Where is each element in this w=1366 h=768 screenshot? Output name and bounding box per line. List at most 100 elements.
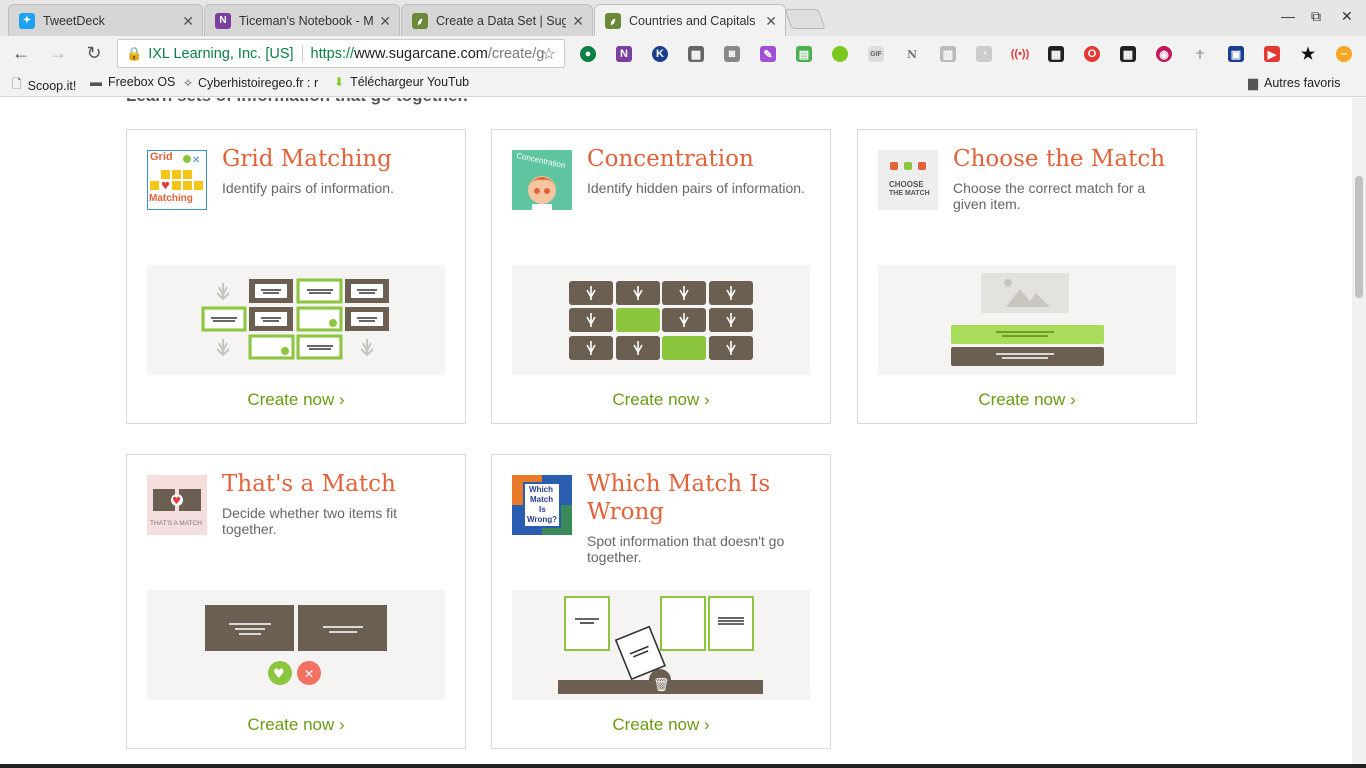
star-extension-icon[interactable]: ★ xyxy=(1300,46,1316,63)
new-tab-button[interactable] xyxy=(784,9,826,29)
thumb-word: Which xyxy=(529,485,553,494)
folder-icon: ▆ xyxy=(1248,75,1258,90)
thumb-word: Matching xyxy=(149,193,193,204)
thats-a-match-illustration: ♥ ✕ xyxy=(147,590,445,700)
tweetdeck-icon: ✦ xyxy=(19,12,35,29)
lock-icon: 🔒 xyxy=(126,45,143,61)
card-title: Which Match Is Wrong xyxy=(587,471,771,525)
qr-code-icon-2[interactable]: ▦ xyxy=(1120,46,1136,62)
thumb-word: Match xyxy=(530,495,554,504)
bookmarks-bar: 🗋 Scoop.it! ▬ Freebox OS ⟡ Cyberhistoire… xyxy=(0,70,1366,97)
restore-icon[interactable]: ⧉ xyxy=(1311,8,1321,25)
page-icon: 🗋 xyxy=(12,77,22,91)
card-concentration[interactable]: Concentration Concentration Identify hid… xyxy=(491,129,831,424)
card-which-match-is-wrong[interactable]: Which Match Is Wrong? Which Match Is Wro… xyxy=(491,454,831,749)
site-identity[interactable]: IXL Learning, Inc. [US] xyxy=(148,46,293,62)
stamp-icon[interactable]: ▦ xyxy=(688,46,704,62)
thumb-word: CHOOSE xyxy=(889,180,924,189)
broadcast-icon[interactable]: ((•)) xyxy=(1011,46,1030,62)
page-viewport: Learn sets of information that go togeth… xyxy=(0,98,1352,768)
tab-title: Countries and Capitals xyxy=(629,13,756,28)
close-tab-icon[interactable]: ✕ xyxy=(572,13,584,30)
freebox-icon: ▬ xyxy=(90,75,102,89)
tab-title: TweetDeck xyxy=(43,13,105,28)
bookmark-label: Téléchargeur YouTub xyxy=(350,75,470,89)
fox-icon: ⟡ xyxy=(184,75,192,89)
create-now-link[interactable]: Create now › xyxy=(127,390,465,410)
create-now-link[interactable]: Create now › xyxy=(492,715,830,735)
create-now-link[interactable]: Create now › xyxy=(492,390,830,410)
onenote-clipper-icon[interactable]: N xyxy=(616,46,632,62)
close-tab-icon[interactable]: ✕ xyxy=(765,13,777,30)
divider xyxy=(301,44,303,63)
donut-icon[interactable]: ◉ xyxy=(1156,46,1172,62)
notion-icon[interactable]: N xyxy=(904,46,920,62)
card-grid-matching[interactable]: ✕ ♥ Grid Matching Grid Matching Identify… xyxy=(126,129,466,424)
extension-green-icon[interactable]: ● xyxy=(580,46,596,62)
youtube-icon[interactable]: ▶ xyxy=(1264,46,1280,62)
svg-text:♥: ♥ xyxy=(172,496,181,507)
tab-title: Ticeman's Notebook - M xyxy=(239,13,373,28)
reader-icon[interactable]: ▣ xyxy=(1228,46,1244,62)
close-window-icon[interactable]: ✕ xyxy=(1341,8,1353,25)
browser-toolbar: ← → ↻ 🔒 IXL Learning, Inc. [US] https://… xyxy=(0,36,1366,70)
choose-the-match-illustration xyxy=(878,265,1176,375)
thumb-word: Grid xyxy=(150,151,173,163)
tab-onenote[interactable]: N Ticeman's Notebook - M ✕ xyxy=(204,4,400,36)
tab-tweetdeck[interactable]: ✦ TweetDeck ✕ xyxy=(8,4,203,36)
ankh-icon[interactable]: ☥ xyxy=(1192,46,1208,62)
rss-icon[interactable]: ◔ xyxy=(976,46,992,62)
book-icon[interactable]: ▥ xyxy=(940,46,956,62)
bookmark-freebox[interactable]: ▬ Freebox OS xyxy=(90,75,175,89)
tab-create-data-set[interactable]: ⸙ Create a Data Set | Sug ✕ xyxy=(401,4,593,36)
sugarcane-icon: ⸙ xyxy=(605,12,621,29)
opera-icon[interactable]: O xyxy=(1084,46,1100,62)
bookmark-label: Freebox OS xyxy=(108,75,175,89)
section-heading: Learn sets of information that go togeth… xyxy=(126,98,468,106)
minimize-icon[interactable]: — xyxy=(1281,8,1295,24)
concentration-illustration xyxy=(512,265,810,375)
camera-icon[interactable]: ◙ xyxy=(724,46,740,62)
url-host: www.sugarcane.com xyxy=(354,45,488,62)
back-icon[interactable]: ← xyxy=(10,42,32,64)
forward-icon[interactable]: → xyxy=(47,42,69,64)
concentration-thumbnail: Concentration xyxy=(512,150,572,210)
tab-countries-capitals[interactable]: ⸙ Countries and Capitals ✕ xyxy=(594,4,786,36)
thumb-word: Is xyxy=(539,505,546,514)
bookmark-youtube-downloader[interactable]: ⬇ Téléchargeur YouTub xyxy=(334,75,470,89)
page-scrollbar[interactable] xyxy=(1352,98,1366,768)
green-dot-icon[interactable] xyxy=(832,46,848,62)
print-icon[interactable]: ▤ xyxy=(796,46,812,62)
qr-code-icon[interactable]: ▦ xyxy=(1048,46,1064,62)
card-description: Identify pairs of information. xyxy=(222,180,394,196)
k-extension-icon[interactable]: K xyxy=(652,46,668,62)
tab-title: Create a Data Set | Sug xyxy=(436,13,566,28)
create-now-link[interactable]: Create now › xyxy=(858,390,1196,410)
svg-text:✕: ✕ xyxy=(304,667,314,681)
bookmark-star-icon[interactable]: ☆ xyxy=(542,44,556,64)
svg-text:✕: ✕ xyxy=(192,155,200,166)
close-tab-icon[interactable]: ✕ xyxy=(182,13,194,30)
bookmark-scoopit[interactable]: 🗋 Scoop.it! xyxy=(12,75,82,96)
bookmark-cyberhistoire[interactable]: ⟡ Cyberhistoiregeo.fr : r xyxy=(184,75,321,90)
url-scheme: https:// xyxy=(310,45,355,62)
menu-icon[interactable]: – xyxy=(1336,46,1352,62)
scrollbar-thumb[interactable] xyxy=(1355,176,1363,298)
tab-strip: ✦ TweetDeck ✕ N Ticeman's Notebook - M ✕… xyxy=(0,0,1366,36)
svg-text:🗑: 🗑 xyxy=(653,677,670,693)
other-bookmarks[interactable]: ▆ Autres favoris xyxy=(1248,75,1340,91)
thumb-word: THAT'S A MATCH xyxy=(150,520,202,527)
close-tab-icon[interactable]: ✕ xyxy=(379,13,391,30)
thumb-word: Wrong? xyxy=(527,515,558,524)
card-choose-the-match[interactable]: CHOOSE THE MATCH Choose the Match Choose… xyxy=(857,129,1197,424)
card-thats-a-match[interactable]: ♥ THAT'S A MATCH That's a Match Decide w… xyxy=(126,454,466,749)
reload-icon[interactable]: ↻ xyxy=(83,42,105,64)
thumb-word: THE MATCH xyxy=(889,190,930,197)
create-now-link[interactable]: Create now › xyxy=(127,715,465,735)
download-icon: ⬇ xyxy=(334,75,345,89)
svg-text:♥: ♥ xyxy=(161,181,170,192)
feather-icon[interactable]: ✎ xyxy=(760,46,776,62)
address-bar[interactable]: 🔒 IXL Learning, Inc. [US] https:// www.s… xyxy=(117,39,565,68)
taskbar-edge xyxy=(0,764,1366,768)
gif-icon[interactable]: GIF xyxy=(868,46,884,62)
